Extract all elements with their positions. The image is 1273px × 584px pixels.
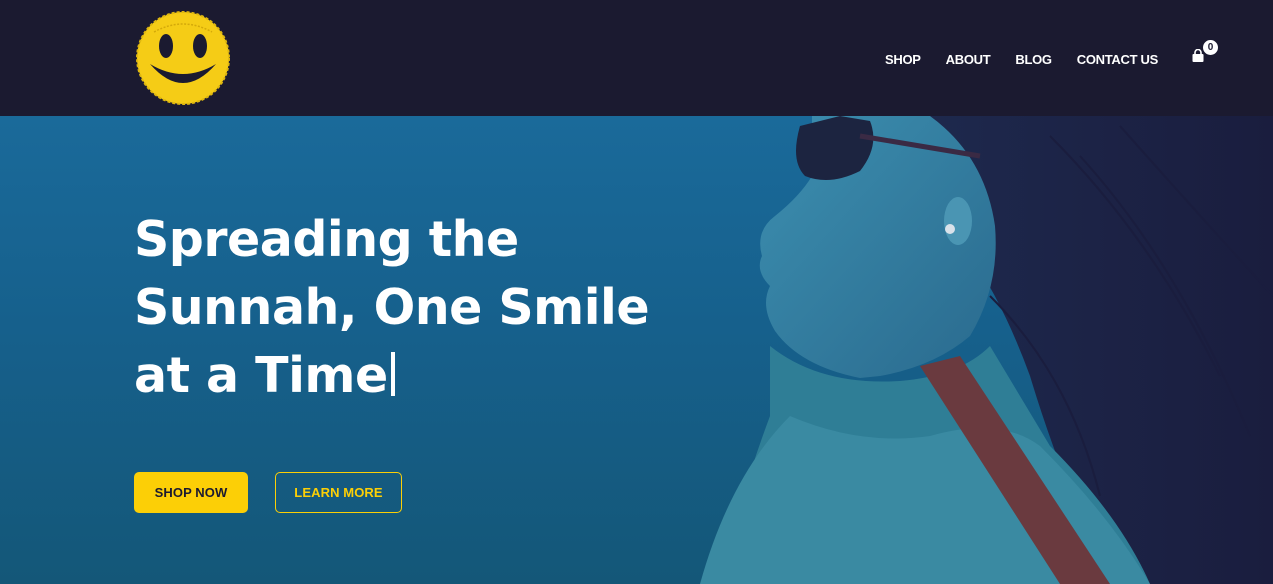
smiley-face-logo[interactable] <box>134 10 232 106</box>
nav-blog-link[interactable]: BLOG <box>1015 52 1052 67</box>
main-nav: SHOP ABOUT BLOG CONTACT US <box>885 50 1183 68</box>
nav-shop-link[interactable]: SHOP <box>885 52 921 67</box>
nav-about-link[interactable]: ABOUT <box>946 52 991 67</box>
learn-more-button[interactable]: LEARN MORE <box>275 472 402 513</box>
nav-contact-link[interactable]: CONTACT US <box>1077 52 1159 67</box>
hero-headline: Spreading the Sunnah, One Smile at a Tim… <box>134 206 694 410</box>
cart-count-badge: 0 <box>1202 39 1219 56</box>
site-header: SHOP ABOUT BLOG CONTACT US 0 <box>0 0 1273 116</box>
shop-now-button[interactable]: SHOP NOW <box>134 472 248 513</box>
typing-caret <box>390 352 395 396</box>
hero-section: Spreading the Sunnah, One Smile at a Tim… <box>0 116 1273 584</box>
